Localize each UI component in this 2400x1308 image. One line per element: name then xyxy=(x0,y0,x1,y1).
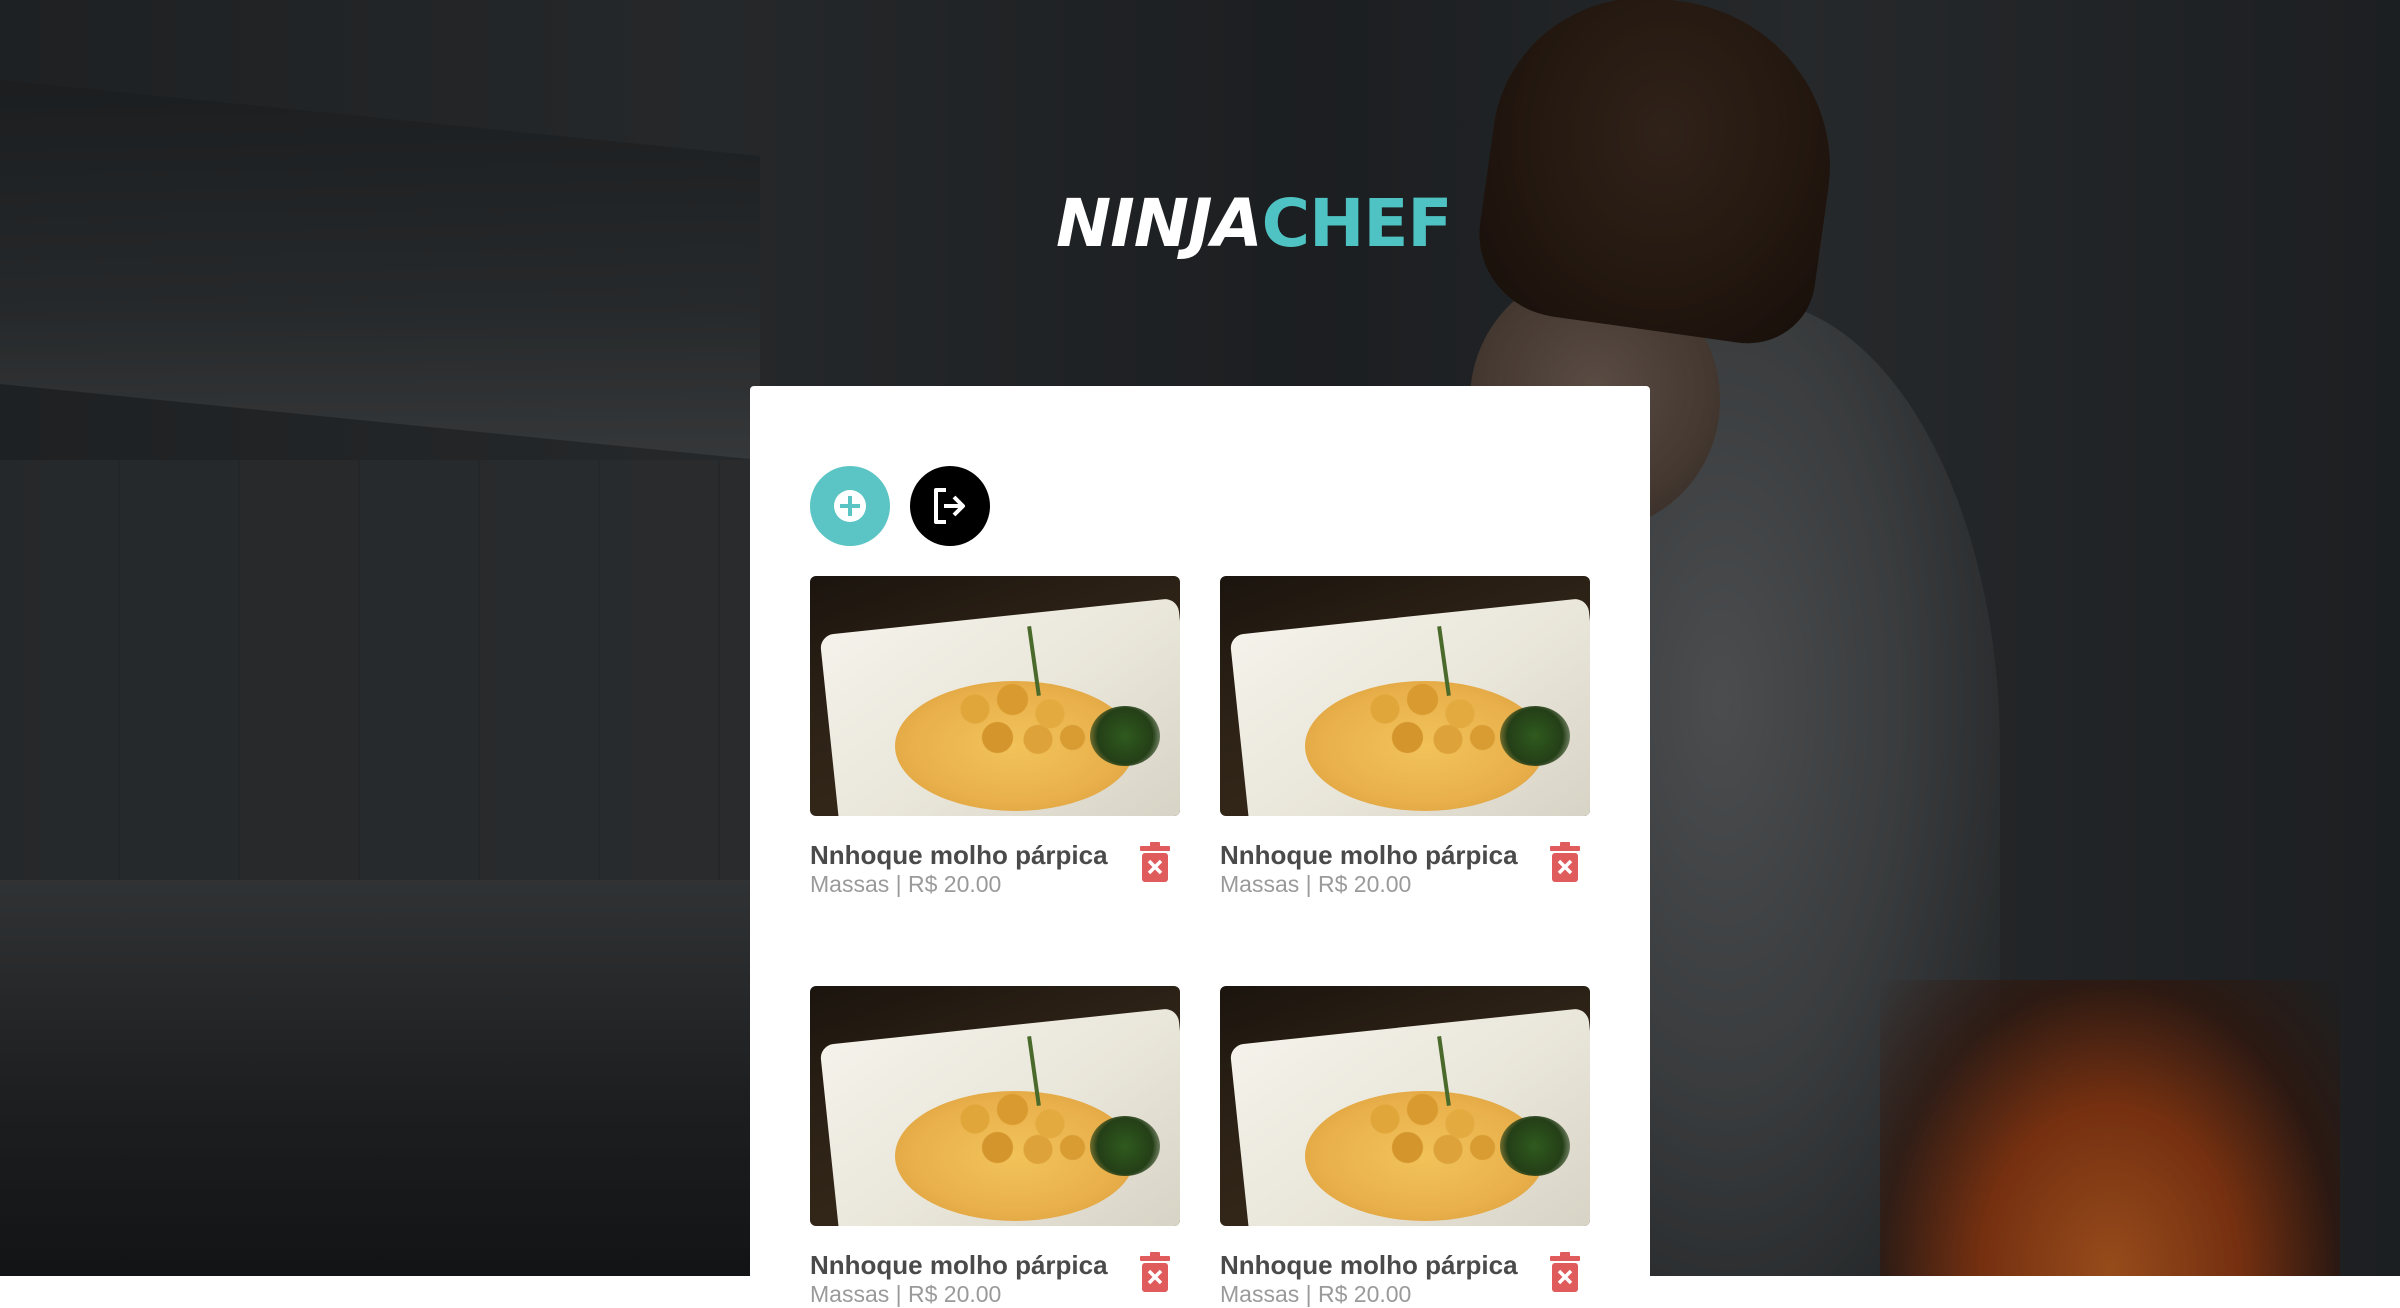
trash-icon[interactable] xyxy=(1138,1252,1172,1292)
dish-card[interactable]: Nnhoque molho párpica Massas | R$ 20.00 xyxy=(810,986,1180,1308)
dish-photo xyxy=(810,986,1180,1226)
plus-circle-icon xyxy=(834,490,866,522)
dish-card[interactable]: Nnhoque molho párpica Massas | R$ 20.00 xyxy=(810,576,1180,898)
dishes-panel: Nnhoque molho párpica Massas | R$ 20.00 … xyxy=(750,386,1650,1307)
dish-category-price: Massas | R$ 20.00 xyxy=(810,871,1002,897)
dish-category-price: Massas | R$ 20.00 xyxy=(1220,1281,1412,1307)
dish-photo xyxy=(810,576,1180,816)
logout-button[interactable] xyxy=(910,466,990,546)
dish-name: Nnhoque molho párpica xyxy=(810,840,1108,870)
trash-icon[interactable] xyxy=(1138,842,1172,882)
dish-photo xyxy=(1220,986,1590,1226)
add-dish-button[interactable] xyxy=(810,466,890,546)
dish-category-price: Massas | R$ 20.00 xyxy=(1220,871,1412,897)
logo-ninja-text: NINJA xyxy=(1056,184,1263,262)
ninjachef-logo: NINJA CHEF xyxy=(1056,178,1453,268)
logo-chef-text: CHEF xyxy=(1261,184,1453,262)
dish-card[interactable]: Nnhoque molho párpica Massas | R$ 20.00 xyxy=(1220,576,1590,898)
dish-card[interactable]: Nnhoque molho párpica Massas | R$ 20.00 xyxy=(1220,986,1590,1308)
dish-category-price: Massas | R$ 20.00 xyxy=(810,1281,1002,1307)
dish-photo xyxy=(1220,576,1590,816)
dish-name: Nnhoque molho párpica xyxy=(1220,840,1518,870)
trash-icon[interactable] xyxy=(1548,842,1582,882)
sign-out-icon xyxy=(934,488,965,524)
trash-icon[interactable] xyxy=(1548,1252,1582,1292)
